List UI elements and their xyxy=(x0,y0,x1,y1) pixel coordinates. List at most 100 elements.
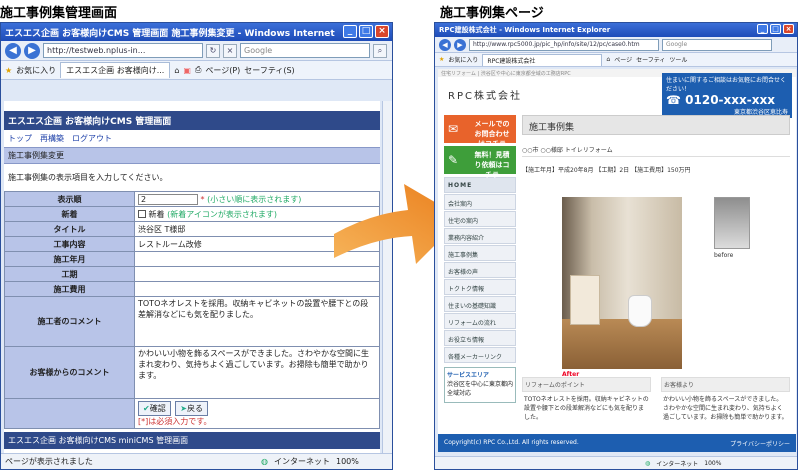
table-row: お客様からのコメント かわいい小物を飾るスペースができました。さわやかな空間に生… xyxy=(4,346,380,399)
row-label: タイトル xyxy=(4,221,135,237)
cms-link-logout[interactable]: ログアウト xyxy=(72,133,112,144)
zoom-level[interactable]: 100% xyxy=(336,457,359,466)
zone-label: インターネット xyxy=(656,460,699,468)
rss-icon[interactable]: ▣ xyxy=(183,66,191,75)
sidebar-item-basics[interactable]: 住まいの基礎知識 xyxy=(444,296,516,312)
privacy-link[interactable]: プライバシーポリシー xyxy=(730,439,790,448)
breadcrumb: 施工事例集変更 xyxy=(4,147,380,164)
close-icon[interactable]: × xyxy=(783,24,794,34)
globe-icon: ◍ xyxy=(645,459,651,467)
estimate-banner[interactable]: ✎ 無料！見積り依頼はコチラ xyxy=(444,146,516,179)
new-note: (新着アイコンが表示されます) xyxy=(167,209,277,219)
right-tab[interactable]: RPC建設株式会社 xyxy=(482,53,603,66)
page-menu[interactable]: ページ(P) xyxy=(205,65,240,76)
stop-icon[interactable]: × xyxy=(223,43,237,58)
right-search-input[interactable]: Google xyxy=(662,38,772,51)
zoom-level[interactable]: 100% xyxy=(704,460,721,467)
confirm-label: 確認 xyxy=(149,403,166,413)
minimize-icon[interactable]: _ xyxy=(343,25,357,38)
cms-link-top[interactable]: トップ xyxy=(8,133,32,144)
right-caption: 施工事例集ページ xyxy=(440,6,544,21)
table-row: 施工者のコメント TOTOネオレストを採用。収納キャビネットの設置や腰下との段差… xyxy=(4,296,380,347)
minimize-icon[interactable]: _ xyxy=(757,24,768,34)
left-search-input[interactable]: Google xyxy=(240,43,370,58)
right-status-bar: ◍ インターネット 100% xyxy=(435,456,797,469)
forward-icon[interactable]: ▶ xyxy=(454,38,466,51)
page-title: 施工事例集 xyxy=(522,115,790,135)
row-label: 施工者のコメント xyxy=(4,296,135,347)
sidebar-item-tips[interactable]: お役立ち情報 xyxy=(444,330,516,346)
display-order-input[interactable]: 2 xyxy=(138,193,198,205)
mail-icon: ✉ xyxy=(448,122,459,136)
safety-menu[interactable]: セーフティ(S) xyxy=(244,65,294,76)
service-area-title: サービスエリア xyxy=(447,372,490,379)
home-icon[interactable]: ⌂ xyxy=(606,56,610,63)
row-label: 工事内容 xyxy=(4,236,135,252)
sidebar-item-company[interactable]: 会社案内 xyxy=(444,194,516,210)
tools-menu[interactable]: ツール xyxy=(669,55,687,64)
confirm-button[interactable]: ✔確認 xyxy=(138,400,171,416)
print-icon[interactable]: ⎙ xyxy=(195,65,201,75)
copyright: Copyright(c) RPC Co.,Ltd. All rights res… xyxy=(444,439,579,446)
comments-section: リフォームのポイント TOTOネオレストを採用。収納キャビネットの設置や腰下との… xyxy=(522,377,790,425)
sidebar-item-voice[interactable]: お客様の声 xyxy=(444,262,516,278)
mail-banner-text: メールでのお問合わせはコチラ xyxy=(474,120,510,148)
table-row: 施工費用 xyxy=(4,281,380,297)
vertical-scrollbar[interactable] xyxy=(382,101,392,461)
table-row: 表示順 2 * (小さい順に表示されます) xyxy=(4,191,380,207)
back-icon[interactable]: ◀ xyxy=(439,38,451,51)
left-url-field[interactable]: http://testweb.nplus-in... xyxy=(43,43,203,58)
status-text: ページが表示されました xyxy=(5,457,93,466)
table-row: 新着 新着 (新着アイコンが表示されます) xyxy=(4,206,380,222)
globe-icon: ◍ xyxy=(261,457,268,466)
customer-comment: お客様より かわいい小物を飾るスペースができました。さわやかな空間に生まれ変わり… xyxy=(661,377,790,425)
close-icon[interactable]: × xyxy=(375,25,389,38)
site-footer: Copyright(c) RPC Co.,Ltd. All rights res… xyxy=(438,434,796,452)
favorites-star-icon: ★ xyxy=(439,56,445,63)
home-icon[interactable]: ⌂ xyxy=(174,66,179,75)
left-favorites-bar: ★ お気に入り エスエス企画 お客様向け... ⌂ ▣ ⎙ ページ(P) セーフ… xyxy=(1,61,392,80)
contractor-comment-textarea[interactable]: TOTOネオレストを採用。収納キャビネットの設置や腰下との段差解消などにも気を配… xyxy=(134,296,380,347)
sidebar-item-housing[interactable]: 住宅の案内 xyxy=(444,211,516,227)
cms-header: エスエス企画 お客様向けCMS 管理画面 xyxy=(4,111,380,130)
new-checkbox[interactable] xyxy=(138,210,146,218)
contractor-comment-title: リフォームのポイント xyxy=(522,377,651,392)
maximize-icon[interactable]: □ xyxy=(359,25,373,38)
sidebar-item-home[interactable]: HOME xyxy=(444,177,516,193)
row-label: 表示順 xyxy=(4,191,135,207)
tel-number: 0120-xxx-xxx xyxy=(685,93,775,107)
sidebar-item-flow[interactable]: リフォームの流れ xyxy=(444,313,516,329)
service-area-box: サービスエリア 渋谷区を中心に東京都内全域対応 xyxy=(444,367,516,403)
rpc-site-page: 住宅リフォーム | 渋谷区や中心に東京都全域の工務店RPC RPC株式会社 住ま… xyxy=(438,69,796,452)
estimate-banner-text: 無料！見積り依頼はコチラ xyxy=(474,151,510,179)
cms-link-rebuild[interactable]: 再構築 xyxy=(40,133,64,144)
sidebar-item-business[interactable]: 業務内容紹介 xyxy=(444,228,516,244)
right-window-title: RPC建設株式会社 - Windows Internet Explorer xyxy=(439,26,611,34)
contractor-comment-text: TOTOネオレストを採用。収納キャビネットの設置や腰下との段差解消などにも気を配… xyxy=(524,396,649,421)
favorites-button[interactable]: お気に入り xyxy=(448,55,478,64)
left-tab[interactable]: エスエス企画 お客様向け... xyxy=(60,62,171,78)
search-icon[interactable]: ⌕ xyxy=(373,43,387,58)
sidebar-item-deals[interactable]: トクトク情報 xyxy=(444,279,516,295)
customer-comment-textarea[interactable]: かわいい小物を飾るスペースができました。さわやかな空間に生まれ変わり、気持ちよく… xyxy=(134,346,380,399)
mail-inquiry-banner[interactable]: ✉ メールでのお問合わせはコチラ xyxy=(444,115,516,148)
back-icon[interactable]: ◀ xyxy=(5,42,21,59)
safety-menu[interactable]: セーフティ xyxy=(636,55,665,64)
table-row: 工期 xyxy=(4,266,380,282)
contractor-comment: リフォームのポイント TOTOネオレストを採用。収納キャビネットの設置や腰下との… xyxy=(522,377,651,425)
back-arrow-icon: ➤ xyxy=(180,403,187,413)
refresh-icon[interactable]: ↻ xyxy=(206,43,220,58)
back-button[interactable]: ➤戻る xyxy=(175,400,208,416)
maximize-icon[interactable]: □ xyxy=(770,24,781,34)
sidebar-item-links[interactable]: 各種メーカーリンク xyxy=(444,347,516,363)
tel-lead: 住まいに関するご相談はお気軽にお問合せください！ xyxy=(666,77,787,93)
estimate-icon: ✎ xyxy=(448,153,459,167)
cost-input[interactable] xyxy=(134,281,380,297)
sidebar-item-cases[interactable]: 施工事例集 xyxy=(444,245,516,261)
display-order-note: (小さい順に表示されます) xyxy=(207,194,302,204)
site-logo[interactable]: RPC株式会社 xyxy=(448,87,522,102)
forward-icon[interactable]: ▶ xyxy=(24,42,40,59)
page-menu[interactable]: ページ xyxy=(614,55,632,64)
right-url-field[interactable]: http://www.rpc5000.jp/pic_hp/info/site/1… xyxy=(469,38,659,51)
favorites-button[interactable]: お気に入り xyxy=(16,65,56,76)
